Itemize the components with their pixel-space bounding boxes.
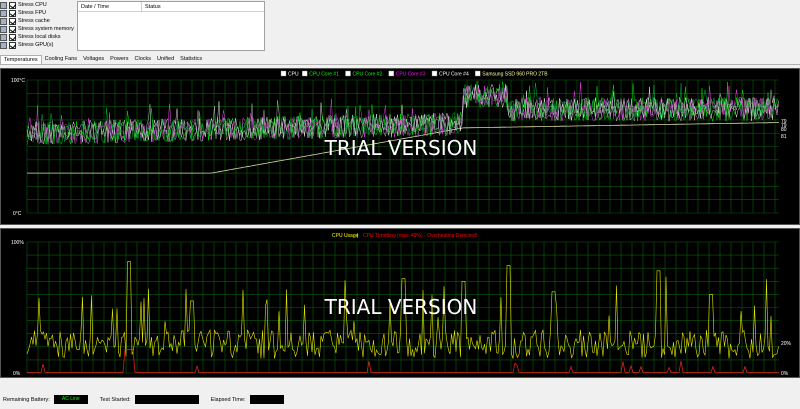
stress-option-label: Stress CPU [18,2,47,8]
cache-icon [0,17,7,25]
legend-checkbox [302,70,308,77]
tab-temperatures[interactable]: Temperatures [0,55,42,64]
cpu-axis-bottom-label: 0% [13,371,21,377]
temp-current-value: 80 [781,127,787,133]
legend-label: CPU Core #3 [396,72,426,78]
trial-watermark: TRIAL VERSION [324,295,478,319]
fpu-icon [0,9,7,17]
stress-checkbox[interactable] [9,17,16,25]
cpu-current-value: 20% [781,341,792,347]
memory-icon [0,25,7,33]
column-status[interactable]: Status [142,4,161,10]
throttle-current-value: 0% [781,371,789,377]
stress-option-0[interactable]: Stress CPU [0,1,47,9]
stress-option-label: Stress local disks [18,34,61,40]
graph-tabs: Temperatures Cooling Fans Voltages Powers Cl… [0,55,800,65]
battery-label: Remaining Battery: [3,396,50,403]
cpu-axis-top-label: 100% [11,240,24,246]
stress-option-label: Stress GPU(s) [18,42,54,48]
legend-checkbox [475,70,481,77]
test-started-label: Test Started: [99,396,131,403]
stress-option-label: Stress cache [18,18,50,24]
stress-checkbox[interactable] [9,25,16,33]
legend-label: CPU Core #2 [353,72,383,78]
temp-axis-top-label: 100°C [11,78,25,84]
tab-voltages[interactable]: Voltages [80,55,107,64]
trial-watermark: TRIAL VERSION [324,136,478,160]
legend-checkbox [280,70,287,77]
title-separator: | [357,233,358,239]
temp-current-value: 81 [781,134,787,140]
stress-option-label: Stress FPU [18,10,47,16]
stress-option-5[interactable]: Stress GPU(s) [0,41,53,49]
status-bar: Remaining Battery: AC Line Test Started:… [0,390,800,409]
log-table: Date / Time Status [77,1,265,51]
stress-checkbox[interactable] [9,41,16,49]
cpu-usage-graph-canvas: CPU Usage| CPU Throttling (max: 49%) - Ov… [11,233,792,377]
legend-label: Samsung SSD 960 PRO 2TB [482,72,548,78]
elapsed-time-value [249,395,284,404]
gpu-icon [0,41,7,49]
cpu-usage-graph: CPU Usage | CPU Throttling (max: 49%) - Ov… [0,228,800,378]
cpu-icon [0,1,7,9]
stress-option-2[interactable]: Stress cache [0,17,50,25]
legend-checkbox [345,70,351,77]
temperature-graph: CPU CPU Core #1 CPU Core #2 CPU Core #3 CPU … [0,68,800,225]
tab-powers[interactable]: Powers [107,55,131,64]
legend-label: CPU Core #4 [439,72,469,78]
legend-label: CPU [288,72,299,78]
legend-label: CPU Core #1 [309,72,339,78]
series-cpu-throttling [27,349,779,373]
legend-checkbox [388,70,394,77]
test-started-value [134,395,199,404]
stress-checkbox[interactable] [9,1,16,9]
stress-options-list: Stress CPU Stress FPU Stress cache Stress s… [0,0,74,54]
stress-checkbox[interactable] [9,33,16,41]
column-date-time[interactable]: Date / Time [78,2,142,11]
disk-icon [0,33,7,41]
battery-value: AC Line [53,395,88,404]
stress-option-1[interactable]: Stress FPU [0,9,46,17]
temp-axis-bottom-label: 0°C [13,211,22,217]
throttling-warning: CPU Throttling (max: 49%) - Overheating … [363,233,477,239]
elapsed-time-label: Elapsed Time: [210,396,246,403]
legend-checkbox [431,70,438,77]
stress-option-4[interactable]: Stress local disks [0,33,61,41]
stress-option-3[interactable]: Stress system memory [0,25,74,33]
tab-unified[interactable]: Unified [154,55,177,64]
log-table-header: Date / Time Status [78,2,264,12]
tab-statistics[interactable]: Statistics [177,55,205,64]
temperature-graph-canvas: CPU CPU Core #1 CPU Core #2 CPU Core #3 CPU … [11,70,787,217]
stress-checkbox[interactable] [9,9,16,17]
tab-clocks[interactable]: Clocks [132,55,155,64]
cpu-usage-title: CPU Usage [332,233,359,239]
stress-option-label: Stress system memory [18,26,74,32]
tab-cooling-fans[interactable]: Cooling Fans [42,55,80,64]
